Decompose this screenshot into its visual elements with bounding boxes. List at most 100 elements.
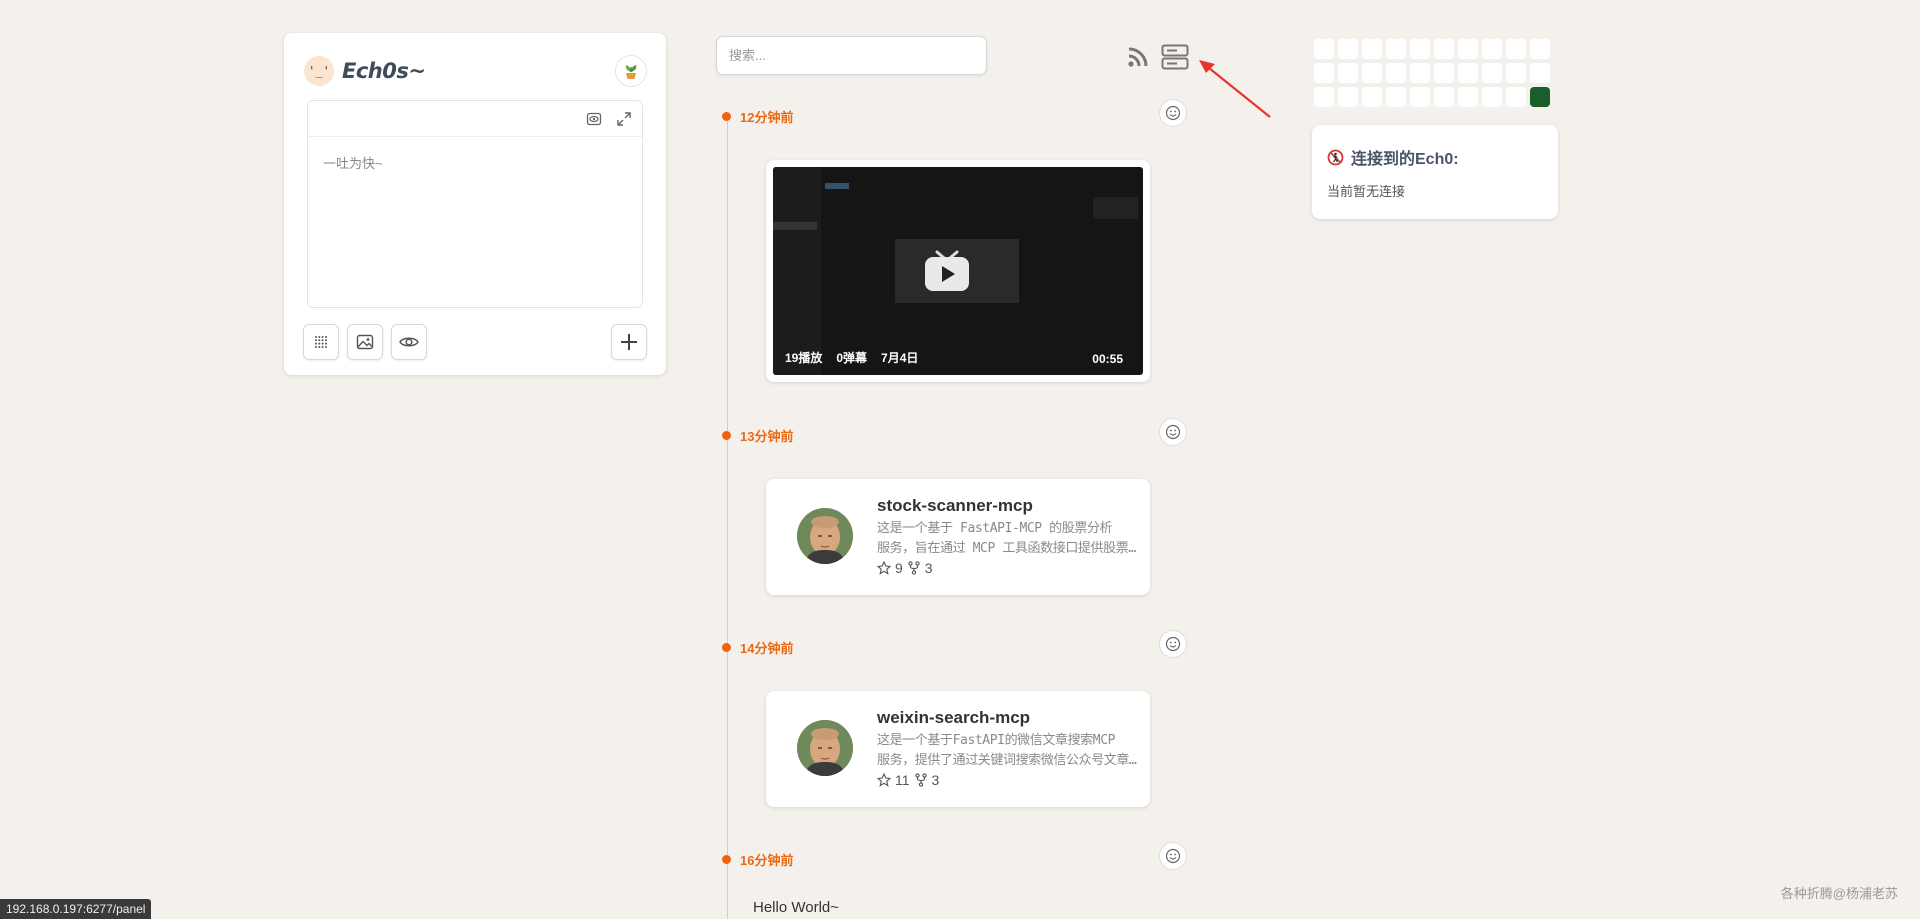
- timeline-line: [727, 118, 728, 919]
- heatmap-cell: [1434, 39, 1454, 59]
- video-frame-row: [773, 222, 817, 230]
- fork-icon: [908, 561, 920, 575]
- timeline-time-text: 16分钟前: [740, 853, 794, 868]
- grid-icon: [315, 336, 327, 348]
- heatmap-cell: [1338, 39, 1358, 59]
- repo-forks: 3: [931, 772, 940, 788]
- repo-stars: 9: [895, 560, 903, 576]
- connect-title: 连接到的Ech0:: [1327, 145, 1543, 169]
- fullscreen-icon[interactable]: [616, 111, 632, 127]
- heatmap-cell: [1482, 87, 1502, 107]
- video-frame-button: [825, 183, 849, 189]
- video-plays: 19播放: [785, 351, 823, 365]
- repo-description: 这是一个基于 FastAPI-MCP 的股票分析 服务，旨在通过 MCP 工具函…: [877, 519, 1139, 559]
- repo-meta: 11 3: [877, 772, 939, 788]
- repo-description-line: 这是一个基于 FastAPI-MCP 的股票分析: [877, 521, 1113, 536]
- reaction-button[interactable]: [1160, 100, 1186, 126]
- repo-description-line: 服务，提供了通过关键词搜索微信公众号文章…: [877, 753, 1137, 768]
- app-title: Ech0s~: [342, 59, 426, 83]
- heatmap-cell: [1410, 39, 1430, 59]
- status-bar-url: 192.168.0.197:6277/panel: [0, 899, 152, 919]
- heatmap-cell-active: [1530, 87, 1550, 107]
- heatmap-cell: [1338, 87, 1358, 107]
- star-icon: [877, 561, 891, 575]
- timeline-dot: [722, 112, 731, 121]
- heatmap-cell: [1386, 63, 1406, 83]
- timeline-dot: [722, 643, 731, 652]
- post-text: Hello World~: [753, 899, 840, 916]
- repo-stars: 11: [895, 772, 910, 788]
- heatmap-cell: [1410, 87, 1430, 107]
- timeline-time-text: 13分钟前: [740, 429, 794, 444]
- heatmap-cell: [1410, 63, 1430, 83]
- smile-icon: [1165, 636, 1181, 652]
- fork-icon: [914, 773, 927, 787]
- timeline-time-0: 12分钟前: [722, 107, 793, 126]
- server-icon[interactable]: [1161, 44, 1189, 70]
- heatmap-cell: [1386, 87, 1406, 107]
- plant-button[interactable]: [616, 56, 646, 86]
- editor-card: '_' Ech0s~ 一吐为快~: [284, 33, 666, 375]
- repo-card[interactable]: stock-scanner-mcp 这是一个基于 FastAPI-MCP 的股票…: [766, 479, 1150, 595]
- heatmap-cell: [1314, 63, 1334, 83]
- heatmap-cell: [1434, 63, 1454, 83]
- play-icon[interactable]: [919, 242, 975, 298]
- heatmap-cell: [1458, 87, 1478, 107]
- rss-icon[interactable]: [1127, 46, 1149, 68]
- repo-description-line: 服务，旨在通过 MCP 工具函数接口提供股票分析…: [877, 541, 1139, 556]
- editor-box: 一吐为快~: [307, 100, 643, 308]
- plant-icon: [625, 65, 637, 79]
- smile-icon: [1165, 105, 1181, 121]
- video-danmaku: 0弹幕: [836, 351, 868, 365]
- reaction-button[interactable]: [1160, 631, 1186, 657]
- repo-card[interactable]: weixin-search-mcp 这是一个基于FastAPI的微信文章搜索MC…: [766, 691, 1150, 807]
- video-frame-panel: [1093, 197, 1138, 219]
- video-frame-sidebar: [773, 167, 821, 375]
- visibility-button[interactable]: [391, 324, 427, 360]
- grid-button[interactable]: [303, 324, 339, 360]
- editor-placeholder: 一吐为快~: [323, 156, 383, 171]
- heatmap-cell: [1314, 87, 1334, 107]
- reaction-button[interactable]: [1160, 419, 1186, 445]
- add-button[interactable]: [611, 324, 647, 360]
- repo-description-line: 这是一个基于FastAPI的微信文章搜索MCP: [877, 733, 1116, 748]
- timeline-time-1: 13分钟前: [722, 426, 793, 445]
- eye-icon: [399, 337, 419, 347]
- repo-owner-avatar: [797, 720, 853, 776]
- logo-avatar[interactable]: '_': [304, 56, 334, 86]
- timeline-dot: [722, 431, 731, 440]
- image-icon: [356, 334, 374, 350]
- smile-icon: [1165, 424, 1181, 440]
- timeline-time-text: 14分钟前: [740, 641, 794, 656]
- timeline-time-3: 16分钟前: [722, 850, 793, 869]
- image-button[interactable]: [347, 324, 383, 360]
- editor-textarea[interactable]: 一吐为快~: [308, 137, 642, 188]
- heatmap-cell: [1458, 39, 1478, 59]
- plus-icon: [621, 334, 637, 350]
- logo-avatar-text: '_': [308, 64, 330, 78]
- search-input[interactable]: [716, 36, 987, 75]
- heatmap-cell: [1434, 87, 1454, 107]
- heatmap-cell: [1362, 87, 1382, 107]
- repo-owner-avatar: [797, 508, 853, 564]
- preview-icon[interactable]: [586, 111, 602, 127]
- connect-status: 当前暂无连接: [1327, 184, 1406, 199]
- heatmap-cell: [1482, 63, 1502, 83]
- repo-name[interactable]: weixin-search-mcp: [877, 708, 1030, 728]
- repo-name[interactable]: stock-scanner-mcp: [877, 496, 1033, 516]
- reaction-button[interactable]: [1160, 843, 1186, 869]
- timeline-time-text: 12分钟前: [740, 110, 794, 125]
- video-card[interactable]: 19播放 0弹幕 7月4日 00:55: [766, 160, 1150, 382]
- editor-actions: [303, 324, 647, 360]
- heatmap-cell: [1386, 39, 1406, 59]
- editor-header: '_' Ech0s~: [304, 53, 646, 89]
- connect-card: 连接到的Ech0: 当前暂无连接: [1312, 125, 1558, 219]
- video-stats: 19播放 0弹幕 7月4日: [785, 349, 918, 366]
- video-thumbnail[interactable]: 19播放 0弹幕 7月4日 00:55: [773, 167, 1143, 375]
- heatmap-cell: [1530, 39, 1550, 59]
- smile-icon: [1165, 848, 1181, 864]
- heatmap-cell: [1362, 63, 1382, 83]
- heatmap-cell: [1362, 39, 1382, 59]
- footer-watermark: 各种折腾@杨浦老苏: [1780, 886, 1898, 901]
- heatmap-cell: [1338, 63, 1358, 83]
